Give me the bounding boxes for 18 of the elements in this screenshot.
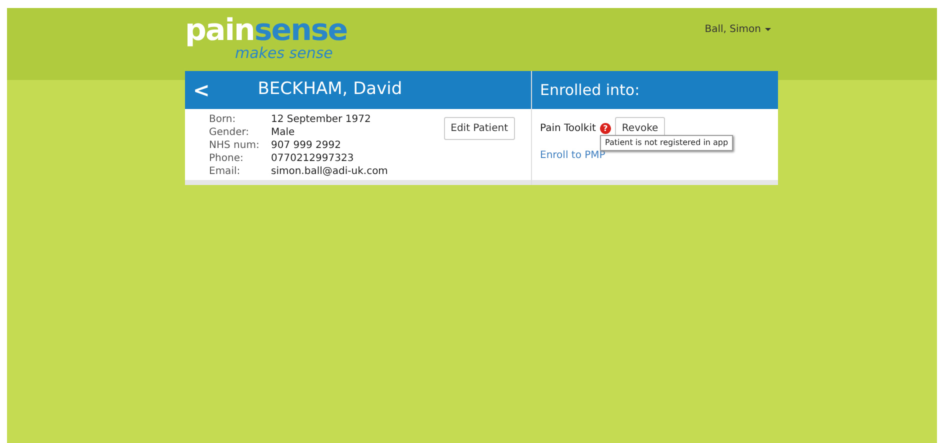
logo-text: sense xyxy=(254,16,348,46)
field-value: 907 999 2992 xyxy=(271,139,342,152)
patient-name: BECKHAM, David xyxy=(258,78,402,102)
field-label: Email: xyxy=(209,165,242,178)
field-label: Born: xyxy=(209,113,237,126)
field-value: simon.ball@adi-uk.com xyxy=(271,165,388,178)
field-label: Phone: xyxy=(209,152,244,165)
field-label: Gender: xyxy=(209,126,250,139)
program-name: Pain Toolkit xyxy=(540,122,596,136)
field-value: Male xyxy=(271,126,296,139)
tooltip: Patient is not registered in app xyxy=(600,135,734,151)
warning-icon: ? xyxy=(600,123,611,134)
enrolled-title: Enrolled into: xyxy=(540,80,640,101)
field-value: 12 September 1972 xyxy=(271,113,372,126)
logo-text: pain xyxy=(185,16,254,46)
field-label: NHS num: xyxy=(209,139,260,152)
logo-tagline: makes sense xyxy=(235,46,334,61)
field-value: 0770212997323 xyxy=(271,152,355,165)
